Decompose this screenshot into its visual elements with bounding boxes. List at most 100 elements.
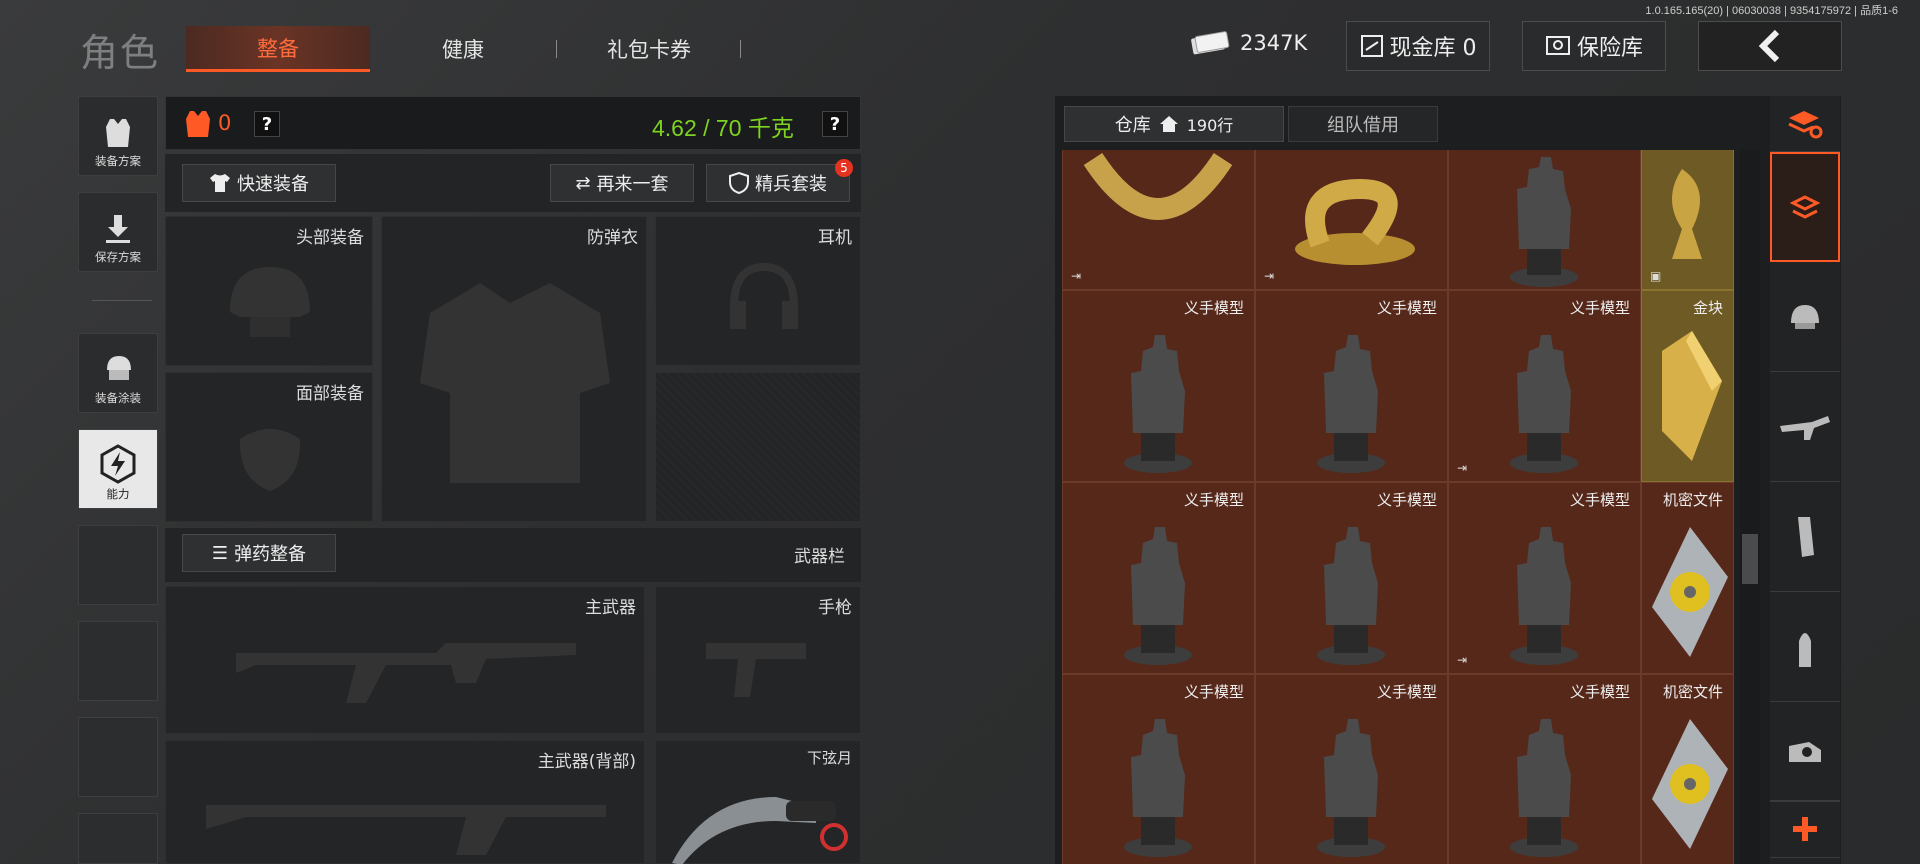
category-rifle[interactable] <box>1770 372 1840 482</box>
hand-model-icon <box>1124 527 1192 665</box>
ear-slot[interactable]: 耳机 <box>655 216 861 366</box>
headset-icon <box>730 262 798 329</box>
item-hand-model[interactable]: 义手模型 <box>1255 482 1448 674</box>
melee-slot[interactable]: 下弦月 <box>655 740 861 864</box>
armor-vest-icon <box>186 111 210 137</box>
page-title: 角色 <box>80 31 161 75</box>
pistol-icon <box>706 643 806 697</box>
ammo-label: 弹药整备 <box>234 544 307 565</box>
face-slot-label: 面部装备 <box>296 384 364 404</box>
item-gold-statue[interactable]: ▣ <box>1641 150 1734 290</box>
cash-vault-label: 现金库 0 <box>1389 36 1477 61</box>
face-slot[interactable]: 面部装备 <box>165 372 373 522</box>
scrollbar-track[interactable] <box>1740 150 1760 864</box>
weight-display: 4.62 / 70 千克 <box>652 115 794 141</box>
chevron-left-icon <box>1758 29 1780 63</box>
nav-save-plan[interactable]: 保存方案 <box>78 192 158 272</box>
home-icon <box>1159 116 1178 132</box>
move-out-icon: ⇥ <box>1457 461 1468 475</box>
nav-empty-slot <box>78 525 158 605</box>
item-label: 义手模型 <box>1376 299 1437 317</box>
item-secret-file[interactable]: 机密文件 <box>1641 674 1734 864</box>
pistol-slot[interactable]: 手枪 <box>655 586 861 734</box>
category-scope[interactable] <box>1770 702 1840 802</box>
item-label: 机密文件 <box>1662 491 1723 509</box>
nav-ability-label: 能力 <box>106 487 130 501</box>
again-label: 再来一套 <box>596 174 669 195</box>
weight-help-icon[interactable]: ? <box>822 111 848 137</box>
item-hand-model[interactable]: 义手模型 <box>1062 482 1255 674</box>
item-gold-bar[interactable]: 金块 <box>1641 290 1734 482</box>
nav-divider <box>92 300 152 301</box>
elite-set-label: 精兵套装 <box>755 174 827 195</box>
tab-storage[interactable]: 仓库 190行 <box>1064 106 1284 142</box>
vest-slot[interactable]: 防弹衣 <box>381 216 647 522</box>
nav-empty-slot <box>78 717 158 797</box>
scrollbar-thumb[interactable] <box>1742 534 1758 584</box>
tab-health[interactable]: 健康 <box>400 26 526 72</box>
magazine-icon <box>1798 516 1814 557</box>
item-hand-model[interactable]: 义手模型 <box>1062 674 1255 864</box>
item-hand-model[interactable]: 义手模型 <box>1448 674 1641 864</box>
nav-ability[interactable]: 能力 <box>78 429 158 509</box>
category-magazine[interactable] <box>1770 482 1840 592</box>
add-button[interactable] <box>1770 800 1840 858</box>
item-secret-file[interactable]: 机密文件 <box>1641 482 1734 674</box>
cash-vault-button[interactable]: 现金库 0 <box>1346 21 1490 71</box>
hand-model-icon <box>1510 527 1578 665</box>
safe-label: 保险库 <box>1576 36 1643 61</box>
tab-equip[interactable]: 整备 <box>186 26 370 72</box>
cash-icon <box>1191 31 1230 55</box>
tab-gift[interactable]: 礼包卡券 <box>580 26 718 72</box>
scope-icon <box>1789 741 1821 762</box>
safe-button[interactable]: 保险库 <box>1522 21 1666 71</box>
item-hand-model[interactable]: 义手模型 ⇥ <box>1448 290 1641 482</box>
helmet-icon <box>230 267 310 337</box>
item-label: 义手模型 <box>1569 491 1630 509</box>
item-hand-model[interactable]: 义手模型 <box>1255 290 1448 482</box>
nav-skin[interactable]: 装备涂装 <box>78 333 158 413</box>
head-slot[interactable]: 头部装备 <box>165 216 373 366</box>
rifle-back-icon <box>206 805 606 855</box>
gold-bar-icon <box>1662 331 1722 461</box>
download-icon <box>106 215 130 243</box>
armor-count: 0 <box>218 111 232 135</box>
item-hand-model[interactable] <box>1448 150 1641 290</box>
again-button[interactable]: ⇄ 再来一套 <box>550 164 694 202</box>
nav-save-plan-label: 保存方案 <box>95 250 141 264</box>
category-all[interactable] <box>1770 152 1840 262</box>
item-necklace[interactable]: ⇥ <box>1062 150 1255 290</box>
item-label: 义手模型 <box>1183 299 1244 317</box>
item-hand-model[interactable]: 义手模型 <box>1062 290 1255 482</box>
ammo-button[interactable]: ☰ 弹药整备 <box>182 534 336 572</box>
safe-icon <box>1545 36 1570 55</box>
category-helmet[interactable] <box>1770 262 1840 372</box>
vault-icon <box>1360 35 1383 57</box>
help-icon[interactable]: ? <box>254 111 280 137</box>
primary-weapon-label: 主武器 <box>585 598 636 618</box>
back-button[interactable] <box>1698 21 1842 71</box>
primary-back-label: 主武器(背部) <box>537 752 636 772</box>
ammo-icon: ☰ <box>211 542 229 564</box>
item-hand-model[interactable]: 义手模型 <box>1255 674 1448 864</box>
item-snake-statue[interactable]: ⇥ <box>1255 150 1448 290</box>
primary-back-slot[interactable]: 主武器(背部) <box>165 740 645 864</box>
nav-equip-plan[interactable]: 装备方案 <box>78 96 158 176</box>
lightning-hex-icon <box>100 444 136 484</box>
move-out-icon: ⇥ <box>1457 653 1468 667</box>
item-hand-model[interactable]: 义手模型 ⇥ <box>1448 482 1641 674</box>
body-armor-icon <box>420 283 610 483</box>
hand-model-icon <box>1124 335 1192 473</box>
tab-team-borrow[interactable]: 组队借用 <box>1288 106 1438 142</box>
loadout-header: 0 ? 4.62 / 70 千克 ? <box>165 96 861 150</box>
category-bullet[interactable] <box>1770 592 1840 702</box>
ear-slot-label: 耳机 <box>818 228 852 248</box>
empty-slot <box>655 372 861 522</box>
box-icon: ▣ <box>1650 269 1662 283</box>
elite-set-button[interactable]: 精兵套装 5 <box>706 159 853 202</box>
quick-equip-button[interactable]: 快速装备 <box>182 164 336 202</box>
layers-button[interactable] <box>1770 96 1840 152</box>
layers-icon <box>1788 110 1823 138</box>
gold-statue-icon <box>1672 169 1702 259</box>
primary-weapon-slot[interactable]: 主武器 <box>165 586 645 734</box>
